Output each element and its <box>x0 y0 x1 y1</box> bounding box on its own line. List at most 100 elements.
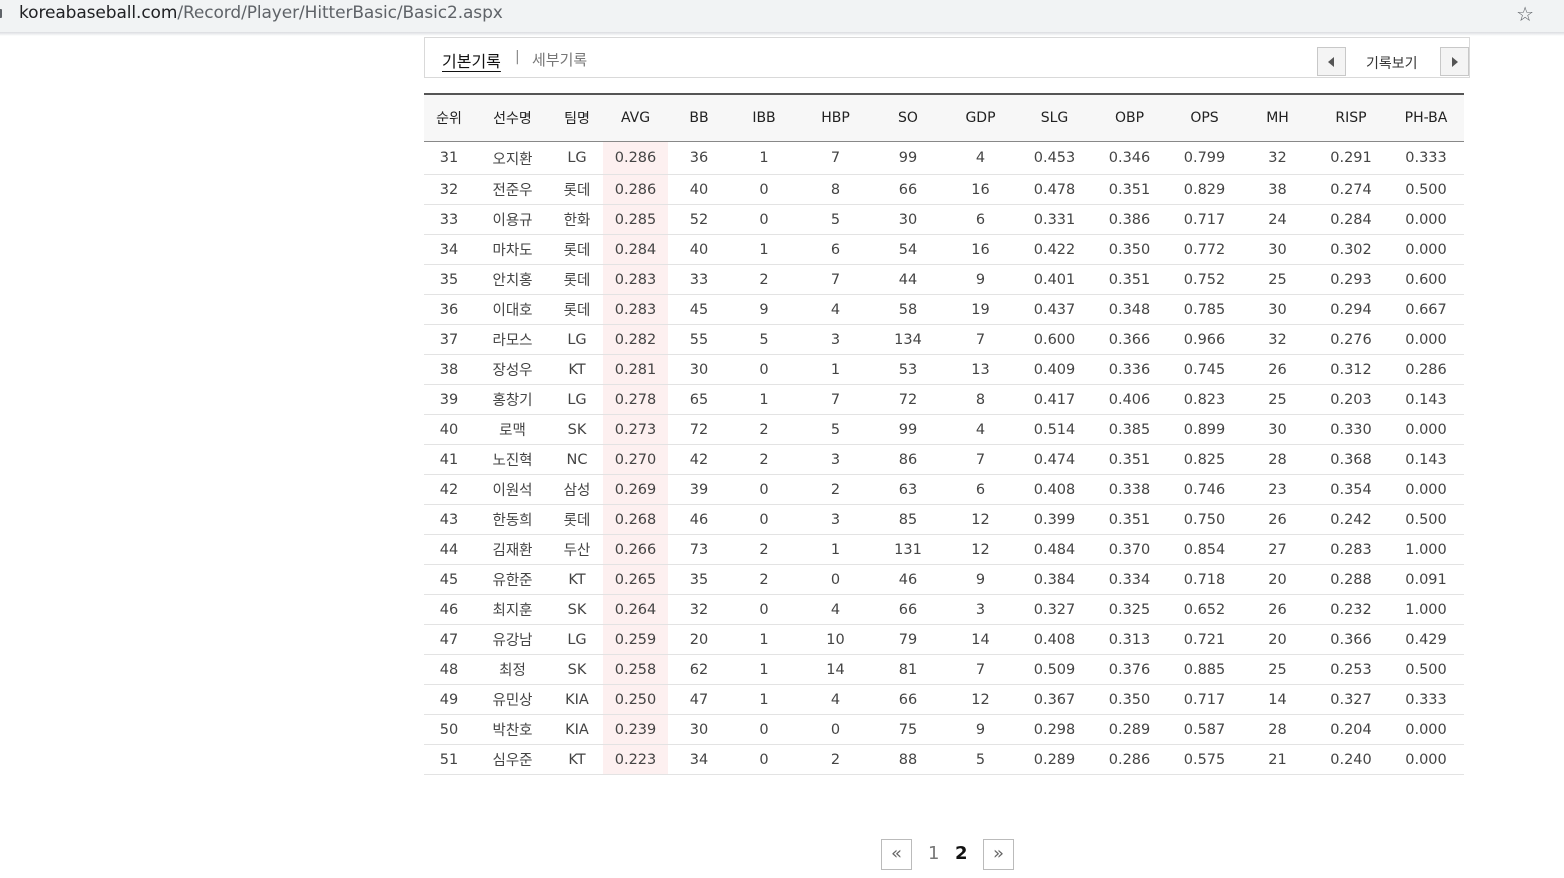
table-cell: 0.330 <box>1314 414 1388 445</box>
player-name-link[interactable]: 마차도 <box>474 234 551 265</box>
player-name-link[interactable]: 심우준 <box>474 744 551 775</box>
player-name-link[interactable]: 최지훈 <box>474 594 551 625</box>
table-cell: 0.091 <box>1388 564 1464 595</box>
table-cell: 25 <box>1241 654 1314 685</box>
table-cell: 6 <box>798 234 873 265</box>
table-cell: 43 <box>424 504 474 535</box>
column-header[interactable]: OPS <box>1168 93 1241 142</box>
table-cell: 16 <box>943 234 1018 265</box>
table-cell: 0.289 <box>1091 714 1168 745</box>
page-1-link[interactable]: 1 <box>928 843 939 864</box>
player-name-link[interactable]: 이용규 <box>474 204 551 235</box>
table-cell: 35 <box>668 564 730 595</box>
table-cell: 0.408 <box>1018 624 1091 655</box>
table-cell: NC <box>551 444 603 475</box>
player-name-link[interactable]: 이대호 <box>474 294 551 325</box>
player-name-link[interactable]: 유강남 <box>474 624 551 655</box>
player-name-link[interactable]: 한동희 <box>474 504 551 535</box>
column-header[interactable]: OBP <box>1091 93 1168 142</box>
table-cell: 0.289 <box>1018 744 1091 775</box>
player-name-link[interactable]: 유한준 <box>474 564 551 595</box>
table-cell: 38 <box>424 354 474 385</box>
prev-record-button[interactable] <box>1317 47 1346 76</box>
table-cell: 1 <box>730 234 798 265</box>
table-cell: 14 <box>798 654 873 685</box>
column-header[interactable]: RISP <box>1314 93 1388 142</box>
table-cell: 0.000 <box>1388 474 1464 505</box>
table-cell: 4 <box>943 141 1018 175</box>
player-name-link[interactable]: 이원석 <box>474 474 551 505</box>
table-cell: 53 <box>873 354 943 385</box>
table-cell: 3 <box>798 324 873 355</box>
table-cell: 1 <box>798 534 873 565</box>
table-cell: 24 <box>1241 204 1314 235</box>
table-cell: LG <box>551 324 603 355</box>
table-cell: 0.274 <box>1314 174 1388 205</box>
table-cell: 0.240 <box>1314 744 1388 775</box>
table-cell: 14 <box>1241 684 1314 715</box>
table-cell: 9 <box>943 264 1018 295</box>
table-cell: 9 <box>943 564 1018 595</box>
table-cell: 65 <box>668 384 730 415</box>
table-row: 32 전준우 롯데 0.286 40 0 8 66 16 0.478 0.351 0.829 38 0.2… <box>424 174 1464 205</box>
table-cell: 0.000 <box>1388 414 1464 445</box>
page-2-current[interactable]: 2 <box>955 843 968 864</box>
table-cell: 0 <box>730 714 798 745</box>
table-cell: 0.286 <box>603 141 668 175</box>
table-cell: KT <box>551 564 603 595</box>
bookmark-star-icon[interactable]: ☆ <box>1516 2 1534 26</box>
table-cell: 0.333 <box>1388 141 1464 175</box>
table-cell: SK <box>551 654 603 685</box>
player-name-link[interactable]: 전준우 <box>474 174 551 205</box>
table-cell: 삼성 <box>551 474 603 505</box>
column-header[interactable]: AVG <box>603 93 668 142</box>
player-name-link[interactable]: 최정 <box>474 654 551 685</box>
table-cell: 0.270 <box>603 444 668 475</box>
player-name-link[interactable]: 오지환 <box>474 141 551 175</box>
player-name-link[interactable]: 홍창기 <box>474 384 551 415</box>
table-cell: 32 <box>424 174 474 205</box>
column-header[interactable]: IBB <box>730 93 798 142</box>
url-text[interactable]: koreabaseball.com/Record/Player/HitterBa… <box>19 3 503 23</box>
table-cell: 3 <box>798 504 873 535</box>
last-page-button[interactable]: » <box>983 839 1014 870</box>
table-cell: 0.284 <box>1314 204 1388 235</box>
column-header[interactable]: MH <box>1241 93 1314 142</box>
column-header[interactable]: BB <box>668 93 730 142</box>
table-cell: 45 <box>668 294 730 325</box>
column-header[interactable]: SLG <box>1018 93 1091 142</box>
player-name-link[interactable]: 라모스 <box>474 324 551 355</box>
table-row: 31 오지환 LG 0.286 36 1 7 99 4 0.453 0.346 0.799 32 0.29… <box>424 141 1464 175</box>
table-cell: 0.286 <box>1091 744 1168 775</box>
tab-basic-record[interactable]: 기본기록 <box>442 48 501 72</box>
player-name-link[interactable]: 로맥 <box>474 414 551 445</box>
next-record-button[interactable] <box>1440 47 1469 76</box>
table-cell: 30 <box>873 204 943 235</box>
player-name-link[interactable]: 장성우 <box>474 354 551 385</box>
table-cell: 99 <box>873 414 943 445</box>
table-cell: 1 <box>730 384 798 415</box>
first-page-button[interactable]: « <box>881 839 912 870</box>
table-cell: 0.376 <box>1091 654 1168 685</box>
column-header[interactable]: HBP <box>798 93 873 142</box>
player-name-link[interactable]: 박찬호 <box>474 714 551 745</box>
table-row: 47 유강남 LG 0.259 20 1 10 79 14 0.408 0.313 0.721 20 0.… <box>424 624 1464 655</box>
tab-detail-record[interactable]: 세부기록 <box>532 49 587 70</box>
player-name-link[interactable]: 안치홍 <box>474 264 551 295</box>
table-cell: 0.746 <box>1168 474 1241 505</box>
player-name-link[interactable]: 노진혁 <box>474 444 551 475</box>
player-name-link[interactable]: 김재환 <box>474 534 551 565</box>
player-name-link[interactable]: 유민상 <box>474 684 551 715</box>
column-header[interactable]: SO <box>873 93 943 142</box>
table-cell: 10 <box>798 624 873 655</box>
browser-address-bar[interactable]: koreabaseball.com/Record/Player/HitterBa… <box>0 0 1564 32</box>
table-cell: 20 <box>1241 624 1314 655</box>
table-cell: 37 <box>424 324 474 355</box>
table-cell: 8 <box>943 384 1018 415</box>
table-cell: 0.268 <box>603 504 668 535</box>
column-header[interactable]: PH-BA <box>1388 93 1464 142</box>
table-cell: 0.399 <box>1018 504 1091 535</box>
table-cell: 0.266 <box>603 534 668 565</box>
column-header[interactable]: GDP <box>943 93 1018 142</box>
table-cell: 0.000 <box>1388 714 1464 745</box>
